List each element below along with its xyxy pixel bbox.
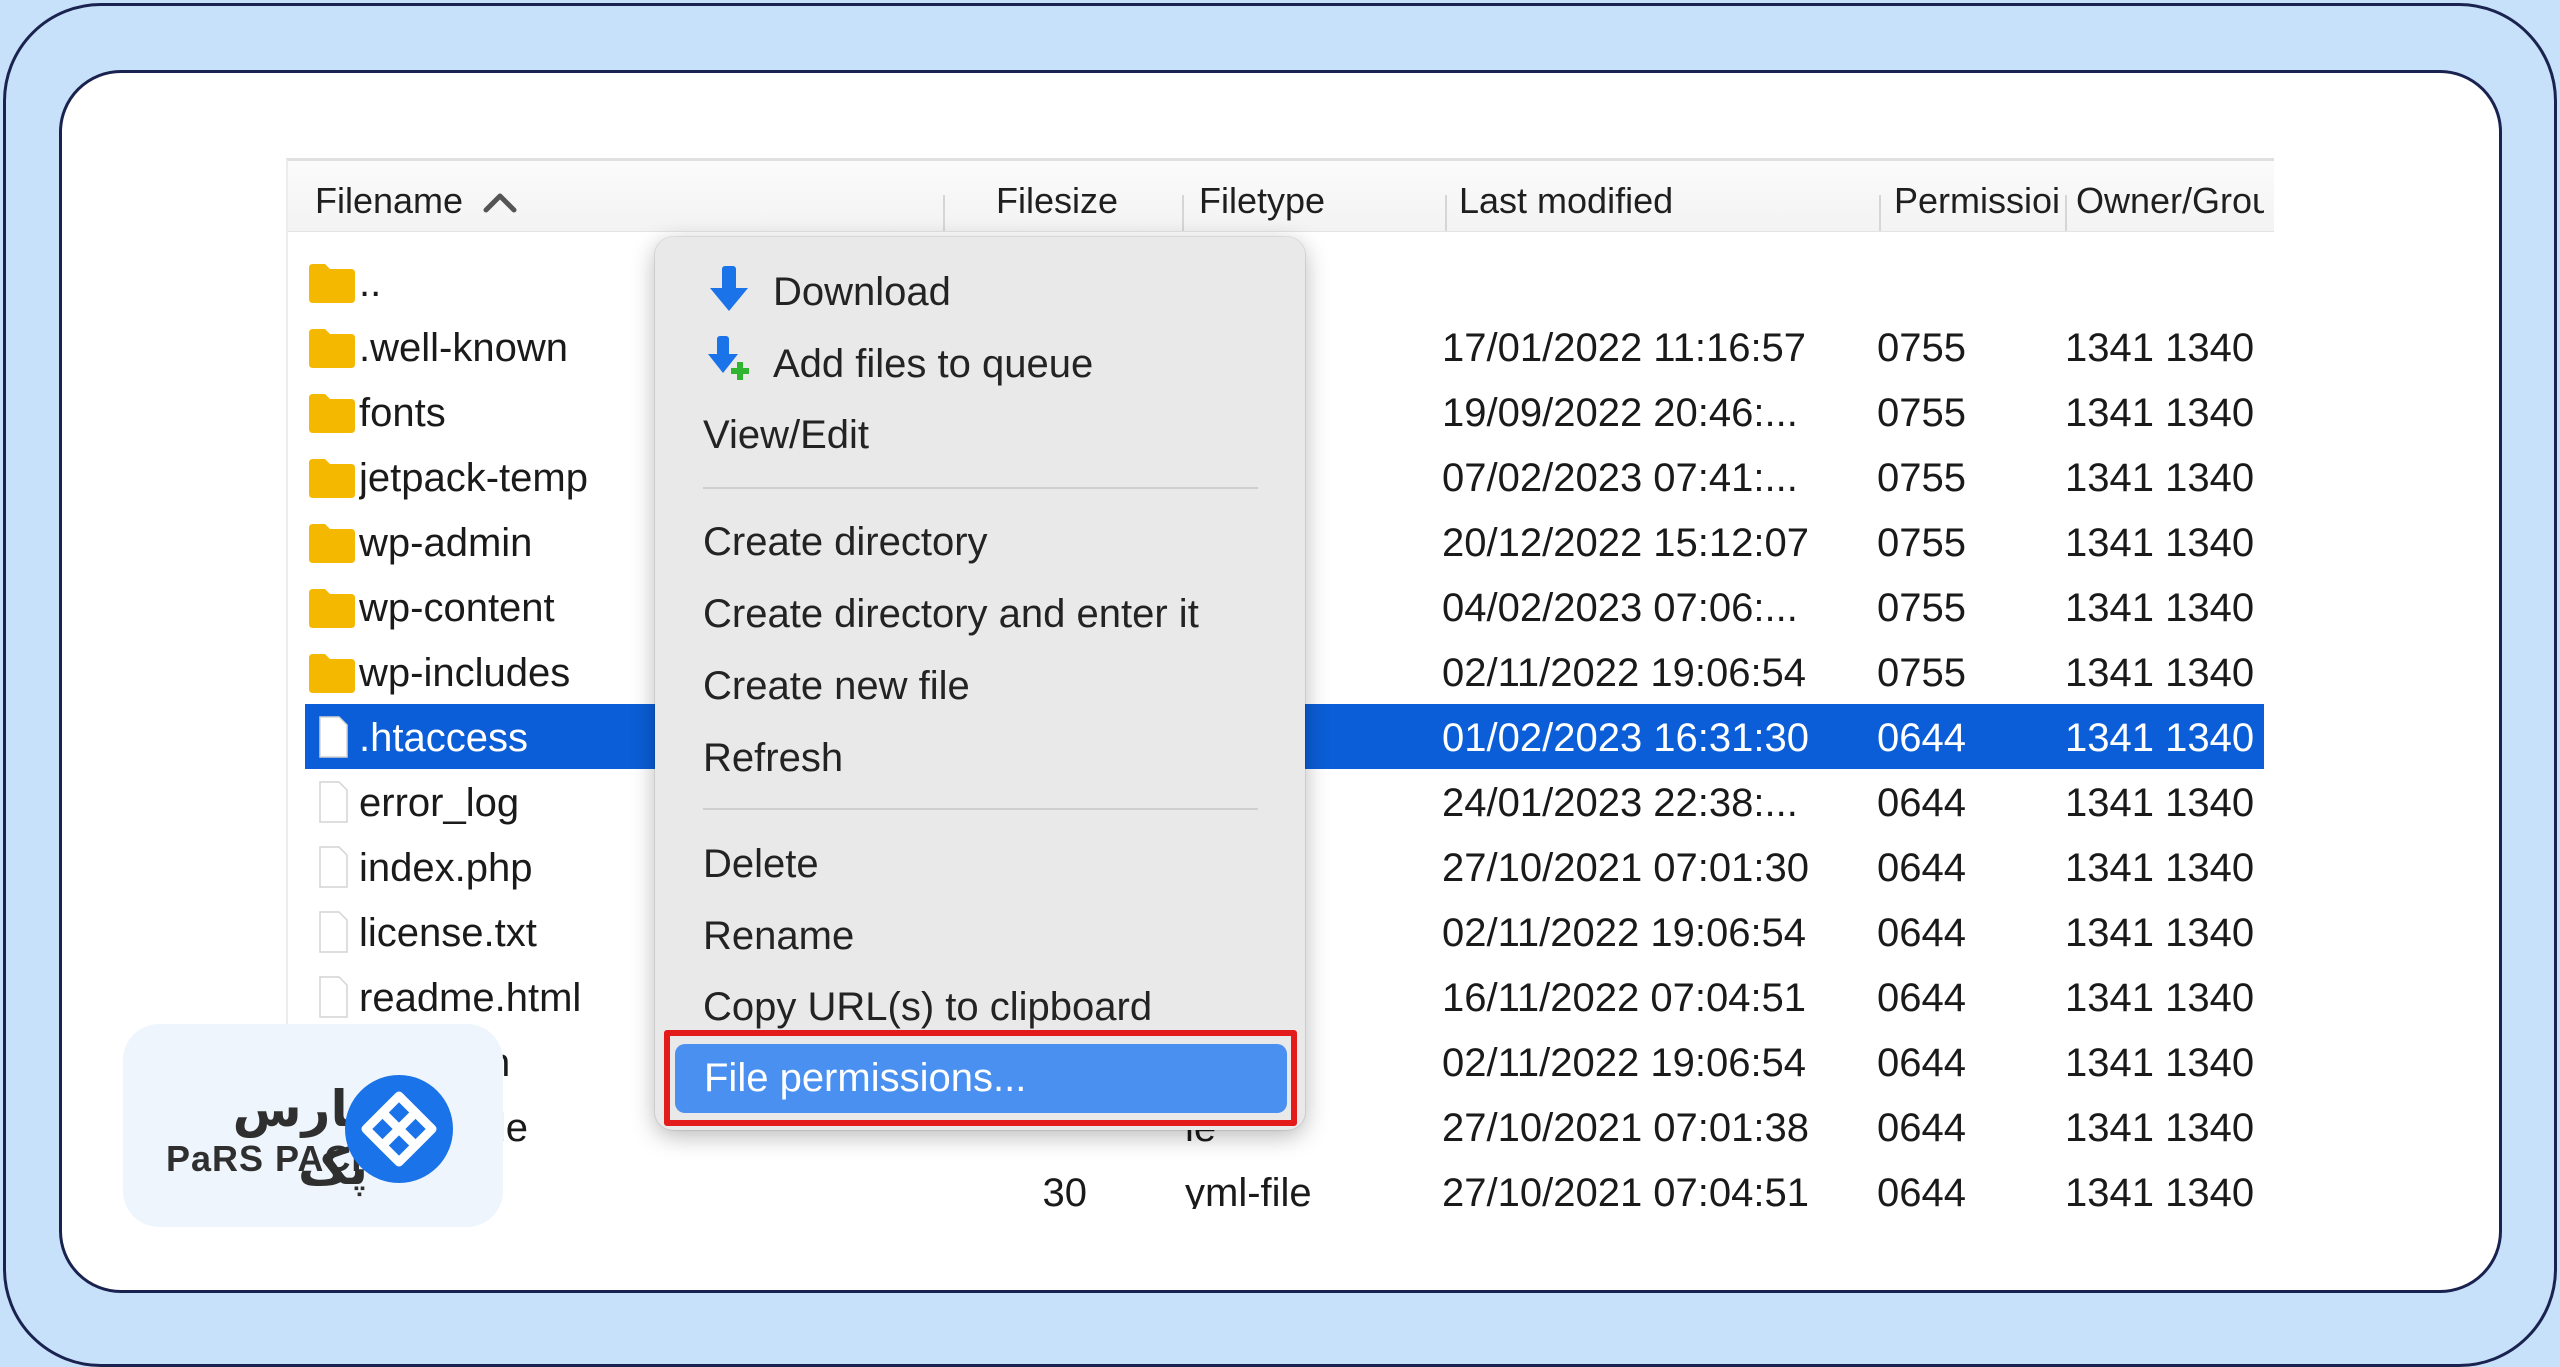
download-arrow-icon: [710, 266, 748, 311]
file-modified: [1442, 249, 1862, 314]
file-permissions: 0755: [1877, 391, 1966, 435]
file-icon: [307, 779, 357, 825]
file-owner-group: 1341 1340: [2065, 716, 2255, 760]
folder-icon: [307, 324, 357, 370]
column-owner-group[interactable]: Owner/Grou: [2076, 161, 2264, 231]
menu-item-view-edit[interactable]: View/Edit: [703, 405, 869, 465]
file-owner-group: 1341 1340: [2065, 651, 2255, 695]
file-size: 30: [1042, 1171, 1088, 1209]
file-modified: 19/09/2022 20:46:...: [1442, 391, 1798, 435]
file-permissions: [1877, 249, 2037, 314]
file-modified: 27/10/2021 07:01:38: [1442, 1106, 1810, 1150]
column-divider[interactable]: [943, 195, 945, 231]
context-menu: Download Add files to queue View/Edit Cr…: [655, 237, 1305, 1130]
folder-icon: [307, 389, 357, 435]
file-modified: 02/11/2022 19:06:54: [1442, 651, 1807, 695]
folder-icon: [307, 519, 357, 565]
file-modified: 27/10/2021 07:01:30: [1442, 846, 1810, 890]
column-last-modified[interactable]: Last modified: [1459, 161, 1859, 231]
file-modified: 02/11/2022 19:06:54: [1442, 911, 1807, 955]
parspack-mark-icon: [345, 1075, 453, 1183]
menu-item-download[interactable]: Download: [773, 262, 951, 322]
file-owner-group: 1341 1340: [2065, 976, 2255, 1020]
file-owner-group: 1341 1340: [2065, 521, 2255, 565]
menu-item-refresh[interactable]: Refresh: [703, 728, 843, 788]
sort-ascending-icon[interactable]: [482, 191, 518, 213]
folder-icon: [307, 259, 357, 305]
file-icon: [307, 844, 357, 890]
file-owner-group: 1341 1340: [2065, 781, 2255, 825]
table-row[interactable]: yml30yml-file27/10/2021 07:04:5106441341…: [305, 1159, 2264, 1209]
file-owner-group: 1341 1340: [2065, 846, 2255, 890]
column-divider[interactable]: [2065, 195, 2067, 231]
file-permissions: 0755: [1877, 521, 1966, 565]
menu-item-copy-url[interactable]: Copy URL(s) to clipboard: [703, 977, 1152, 1037]
column-filename[interactable]: Filename: [315, 161, 615, 231]
file-permissions: 0644: [1877, 1041, 1966, 1085]
file-owner-group: 1341 1340: [2065, 326, 2255, 370]
file-permissions: 0755: [1877, 326, 1966, 370]
file-owner-group: 1341 1340: [2065, 456, 2255, 500]
menu-item-create-directory[interactable]: Create directory: [703, 512, 988, 572]
menu-item-create-directory-enter[interactable]: Create directory and enter it: [703, 584, 1199, 644]
file-permissions: 0644: [1877, 976, 1966, 1020]
column-permissions[interactable]: Permissioi: [1894, 161, 2065, 231]
menu-item-rename[interactable]: Rename: [703, 906, 854, 966]
file-permissions: 0755: [1877, 586, 1966, 630]
file-permissions: 0644: [1877, 846, 1966, 890]
file-owner-group: 1341 1340: [2065, 1041, 2255, 1085]
column-divider[interactable]: [1445, 195, 1447, 231]
file-modified: 04/02/2023 07:06:...: [1442, 586, 1798, 630]
file-owner-group: 1341 1340: [2065, 586, 2255, 630]
file-modified: 01/02/2023 16:31:30: [1442, 716, 1810, 760]
parspack-logo: پارس پک PaRS PACK: [123, 1024, 503, 1227]
file-permissions: 0644: [1877, 1171, 1966, 1209]
menu-item-create-new-file[interactable]: Create new file: [703, 656, 970, 716]
file-owner-group: 1341 1340: [2065, 911, 2255, 955]
file-icon: [307, 909, 357, 955]
column-divider[interactable]: [1182, 195, 1184, 231]
folder-icon: [307, 454, 357, 500]
folder-icon: [307, 649, 357, 695]
menu-separator: [703, 808, 1258, 810]
file-icon: [307, 974, 357, 1020]
column-header: Filename Filesize Filetype Last modified…: [288, 161, 2274, 232]
file-modified: 24/01/2023 22:38:...: [1442, 781, 1798, 825]
file-modified: 07/02/2023 07:41:...: [1442, 456, 1798, 500]
file-owner-group: 1341 1340: [2065, 1106, 2255, 1150]
highlight-callout: [664, 1030, 1297, 1126]
menu-item-delete[interactable]: Delete: [703, 834, 819, 894]
file-modified: 17/01/2022 11:16:57: [1442, 326, 1807, 370]
column-filesize[interactable]: Filesize: [956, 161, 1118, 231]
file-modified: 20/12/2022 15:12:07: [1442, 521, 1810, 565]
file-owner-group: [2065, 249, 2270, 314]
menu-item-add-to-queue[interactable]: Add files to queue: [773, 334, 1093, 394]
file-permissions: 0755: [1877, 651, 1966, 695]
file-owner-group: 1341 1340: [2065, 1171, 2255, 1209]
file-permissions: 0755: [1877, 456, 1966, 500]
column-filetype[interactable]: Filetype: [1199, 161, 1429, 231]
file-type: yml-file: [1185, 1171, 1312, 1209]
column-filename-label: Filename: [315, 180, 464, 221]
file-permissions: 0644: [1877, 716, 1966, 760]
file-modified: 02/11/2022 19:06:54: [1442, 1041, 1807, 1085]
column-divider[interactable]: [1879, 195, 1881, 231]
file-owner-group: 1341 1340: [2065, 391, 2255, 435]
file-permissions: 0644: [1877, 781, 1966, 825]
file-icon: [307, 714, 357, 760]
menu-separator: [703, 487, 1258, 489]
folder-icon: [307, 584, 357, 630]
add-to-queue-icon: [708, 336, 749, 380]
file-modified: 27/10/2021 07:04:51: [1442, 1171, 1810, 1209]
file-modified: 16/11/2022 07:04:51: [1442, 976, 1807, 1020]
file-permissions: 0644: [1877, 1106, 1966, 1150]
file-permissions: 0644: [1877, 911, 1966, 955]
